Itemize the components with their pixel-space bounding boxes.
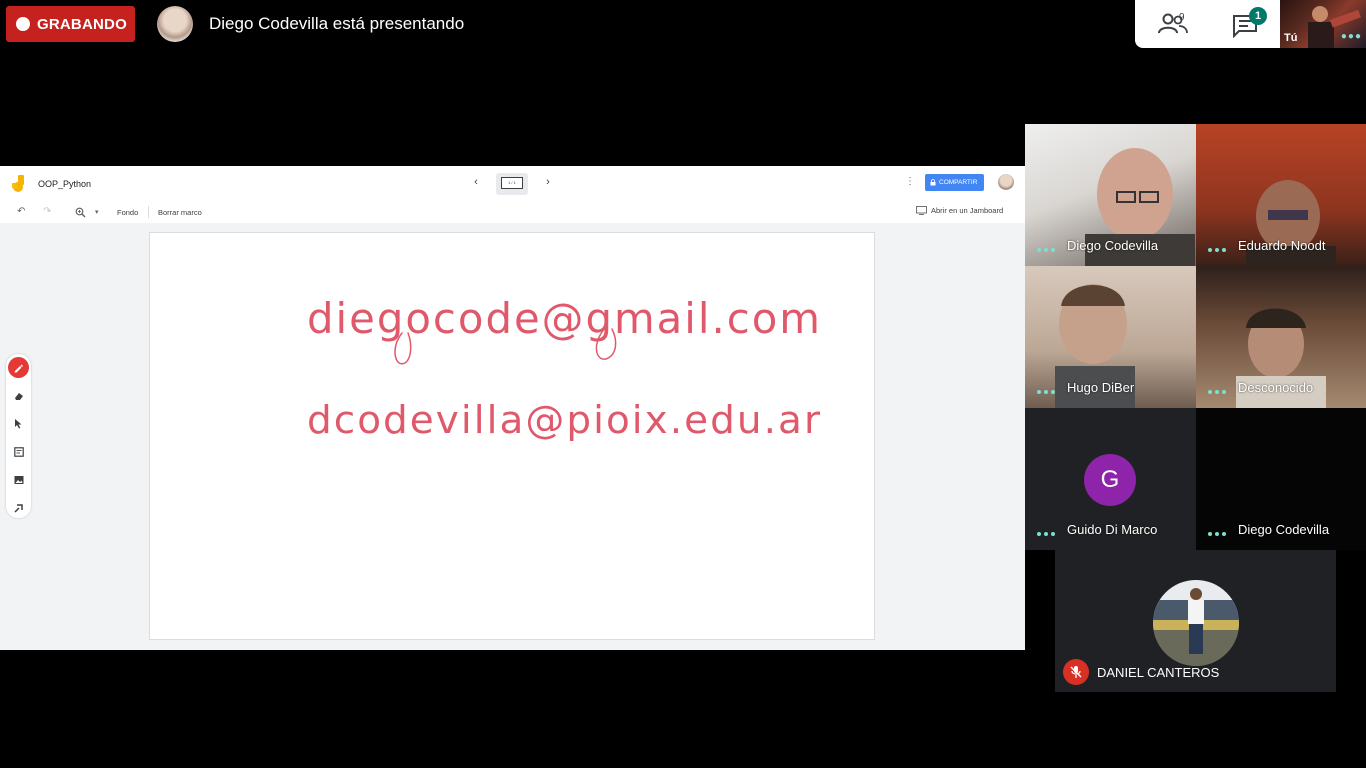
image-icon	[14, 475, 23, 484]
participant-name: Guido Di Marco	[1067, 522, 1158, 537]
participant-tile[interactable]: Desconocido	[1196, 266, 1366, 408]
cursor-icon	[15, 418, 22, 428]
redo-icon[interactable]: ↷	[43, 206, 51, 217]
sticky-note-icon	[13, 446, 24, 457]
image-tool-button[interactable]	[8, 469, 29, 490]
jamboard-canvas[interactable]: diegocode@gmail.com dcodevilla@pioix.edu…	[149, 232, 875, 640]
participant-name: DANIEL CANTEROS	[1097, 665, 1220, 680]
jamboard-title[interactable]: OOP_Python	[38, 179, 91, 189]
participant-tile[interactable]: G Guido Di Marco	[1025, 408, 1196, 550]
participant-name: Eduardo Noodt	[1238, 238, 1326, 253]
eraser-tool-button[interactable]	[8, 385, 29, 406]
drawing-tools-palette	[6, 354, 31, 518]
participant-options-icon[interactable]	[1037, 390, 1055, 394]
presentation-area: OOP_Python ‹ 1 / 1 › ⋮ COMPARTIR ↶ ↷ ▾ F…	[0, 166, 1025, 650]
participant-initial-avatar: G	[1084, 454, 1136, 506]
presenter-status: Diego Codevilla está presentando	[209, 14, 465, 33]
select-tool-button[interactable]	[8, 413, 29, 434]
recording-badge: GRABANDO	[6, 6, 135, 42]
participant-tile[interactable]: Hugo DiBer	[1025, 266, 1196, 408]
people-count: 9	[1179, 12, 1185, 23]
recording-dot-icon	[16, 17, 30, 31]
open-in-jamboard-label: Abrir en un Jamboard	[931, 206, 1004, 215]
pen-tool-button[interactable]	[8, 357, 29, 378]
participant-name: Diego Codevilla	[1067, 238, 1159, 253]
frame-bar-button[interactable]: 1 / 1	[496, 173, 528, 195]
next-frame-button[interactable]: ›	[542, 176, 554, 188]
background-button[interactable]: Fondo	[117, 208, 138, 217]
account-avatar[interactable]	[998, 174, 1014, 190]
zoom-icon[interactable]	[75, 207, 86, 218]
laser-tool-button[interactable]	[8, 497, 29, 518]
prev-frame-button[interactable]: ‹	[470, 176, 482, 188]
monitor-icon	[916, 206, 927, 215]
sticky-note-tool-button[interactable]	[8, 441, 29, 462]
participant-options-icon[interactable]	[1208, 532, 1226, 536]
participant-avatar	[1153, 580, 1239, 666]
participant-options-icon[interactable]	[1208, 248, 1226, 252]
meeting-controls-panel: 9 1	[1135, 0, 1280, 48]
frame-indicator: 1 / 1	[501, 177, 523, 189]
lock-icon	[930, 179, 936, 186]
participant-options-icon[interactable]	[1037, 248, 1055, 252]
self-options-icon[interactable]: ●●●	[1341, 31, 1362, 42]
participant-options-icon[interactable]	[1208, 390, 1226, 394]
self-view-tile[interactable]: Tú ●●●	[1280, 0, 1366, 48]
avatar-photo	[1153, 580, 1239, 666]
open-in-jamboard-button[interactable]: Abrir en un Jamboard	[916, 206, 1003, 215]
share-button[interactable]: COMPARTIR	[925, 174, 984, 191]
eraser-icon	[14, 392, 23, 400]
handwriting-line-2: dcodevilla@pioix.edu.ar	[307, 398, 822, 442]
recording-label: GRABANDO	[37, 15, 127, 33]
undo-icon[interactable]: ↶	[17, 206, 25, 217]
clear-frame-button[interactable]: Borrar marco	[158, 208, 202, 217]
zoom-dropdown-icon[interactable]: ▾	[95, 208, 99, 216]
participant-tile[interactable]: Diego Codevilla	[1196, 408, 1366, 550]
self-label: Tú	[1284, 32, 1298, 44]
presenter-avatar	[157, 6, 193, 42]
chat-unread-badge: 1	[1249, 7, 1267, 25]
participant-name: Diego Codevilla	[1238, 522, 1330, 537]
handwriting-line-1: diegocode@gmail.com	[307, 294, 822, 343]
participant-tile-muted[interactable]: DANIEL CANTEROS	[1055, 550, 1336, 692]
jamboard-logo-icon	[12, 175, 24, 192]
participant-options-icon[interactable]	[1037, 532, 1055, 536]
toolbar-divider	[148, 206, 149, 218]
share-label: COMPARTIR	[939, 179, 978, 186]
participant-tile[interactable]: Eduardo Noodt	[1196, 124, 1366, 266]
more-options-icon[interactable]: ⋮	[905, 176, 915, 187]
jamboard-header: OOP_Python ‹ 1 / 1 › ⋮ COMPARTIR ↶ ↷ ▾ F…	[0, 166, 1025, 223]
mic-off-icon	[1063, 659, 1089, 685]
participant-name: Hugo DiBer	[1067, 380, 1135, 395]
participant-name: Desconocido	[1238, 380, 1314, 395]
canvas-drawing: diegocode@gmail.com dcodevilla@pioix.edu…	[307, 294, 822, 442]
pen-icon	[14, 364, 23, 373]
laser-icon	[13, 503, 23, 513]
participant-tile[interactable]: Diego Codevilla	[1025, 124, 1196, 266]
